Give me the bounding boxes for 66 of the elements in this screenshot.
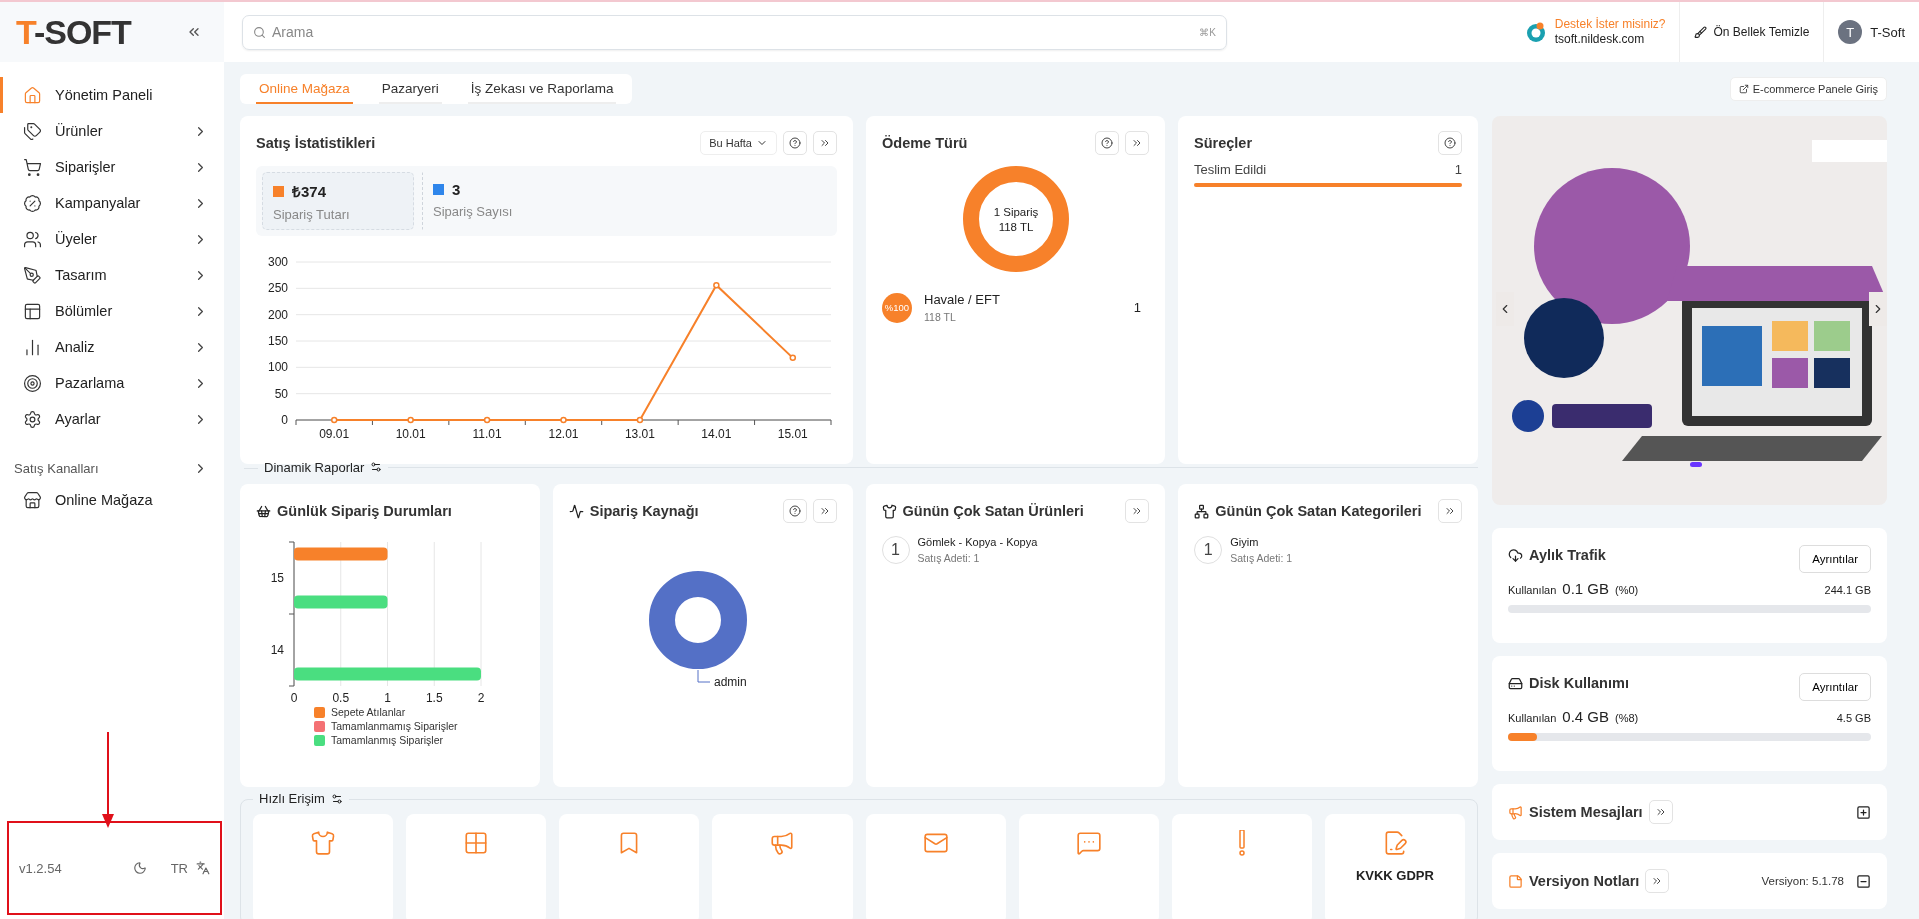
card-title: Aylık Trafik — [1529, 547, 1606, 563]
section-title: Dinamik Raporlar — [240, 459, 365, 475]
axis-label: 14 — [270, 643, 284, 657]
axis-label: 100 — [267, 360, 288, 375]
card-title: Sipariş Kaynağı — [589, 503, 699, 519]
usage-value: 0.4 GB — [1562, 708, 1610, 725]
axis-label: 13.01 — [624, 427, 655, 441]
item-detail: Satış Adeti: 1 — [917, 552, 981, 564]
item-name: Giyim — [1230, 536, 1260, 548]
card-title: Satış İstatistikleri — [256, 135, 376, 151]
metric-label: Sipariş Sayısı — [433, 204, 514, 219]
usage-total: 244.1 GB — [1824, 584, 1871, 596]
usage-label: Kullanılan — [1508, 712, 1557, 724]
card-title: Sistem Mesajları — [1529, 804, 1643, 820]
item-detail: Satış Adeti: 1 — [1230, 552, 1294, 564]
usage-percent: (%0) — [1615, 584, 1639, 596]
process-label: Teslim Edildi — [1194, 162, 1267, 177]
axis-label: 11.01 — [472, 427, 502, 441]
support-title: Destek İster misiniz? — [1554, 17, 1666, 32]
logo: T-SOFT — [16, 12, 131, 52]
axis-label: 2 — [477, 691, 485, 705]
axis-label: 300 — [267, 255, 288, 269]
axis-label: 50 — [274, 386, 288, 401]
version-text: v1.2.54 — [19, 860, 62, 876]
axis-label: 10.01 — [395, 427, 426, 441]
usage-label: Kullanılan — [1508, 584, 1557, 596]
axis-label: 0 — [281, 413, 288, 427]
donut-label: 1 Sipariş — [993, 206, 1038, 218]
card-title: Günün Çok Satan Ürünleri — [902, 503, 1084, 519]
usage-value: 0.1 GB — [1562, 580, 1610, 597]
payment-name: Havale / EFT — [924, 292, 1001, 307]
process-count: 1 — [1454, 162, 1462, 177]
card-title: Disk Kullanımı — [1529, 675, 1629, 691]
card-title: Ödeme Türü — [882, 135, 968, 151]
card-title: Günlük Sipariş Durumları — [277, 503, 452, 519]
axis-label: 0.5 — [332, 691, 350, 705]
axis-label: 1 — [384, 691, 391, 705]
percent-badge: %100 — [882, 292, 912, 323]
axis-label: 150 — [267, 334, 288, 348]
item-name: Gömlek - Kopya - Kopya — [917, 536, 1039, 548]
metric-value: ₺374 — [292, 182, 327, 201]
legend-label: Sepete Atılanlar — [331, 706, 406, 718]
chart-label: admin — [713, 675, 747, 689]
version-label: Versiyon: 5.1.78 — [1761, 875, 1844, 887]
axis-label: 15.01 — [777, 427, 808, 441]
donut-label: 118 TL — [998, 221, 1033, 233]
axis-label: 15 — [270, 571, 284, 585]
card-title: Versiyon Notları — [1529, 873, 1640, 889]
section-title: Hızlı Erişim — [259, 791, 325, 806]
metric-label: Sipariş Tutarı — [273, 207, 351, 222]
payment-count: 1 — [1133, 300, 1141, 315]
axis-label: 200 — [267, 307, 288, 322]
axis-label: 12.01 — [548, 427, 579, 441]
card-title: Süreçler — [1194, 135, 1253, 151]
axis-label: 0 — [290, 691, 298, 705]
payment-amount: 118 TL — [924, 311, 957, 323]
usage-total: 4.5 GB — [1836, 712, 1871, 724]
legend-label: Tamamlanmamış Siparişler — [331, 720, 458, 732]
metric-value: 3 — [452, 181, 461, 198]
axis-label: 14.01 — [701, 427, 732, 441]
axis-label: 09.01 — [319, 427, 350, 441]
usage-percent: (%8) — [1615, 712, 1639, 724]
legend-label: Tamamlanmış Siparişler — [331, 734, 444, 746]
axis-label: 250 — [267, 281, 288, 296]
card-title: Günün Çok Satan Kategorileri — [1215, 503, 1422, 519]
axis-label: 1.5 — [425, 691, 443, 705]
